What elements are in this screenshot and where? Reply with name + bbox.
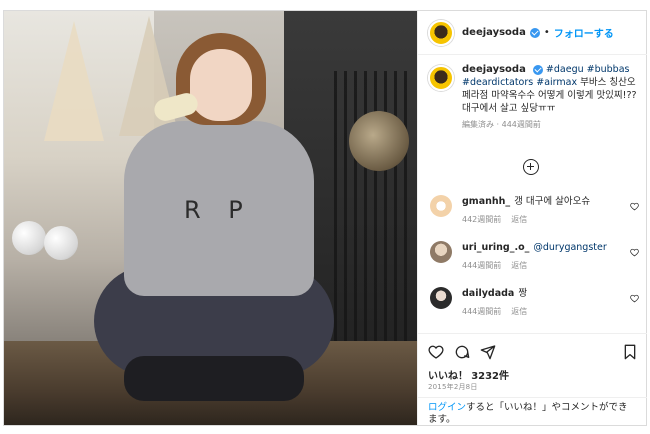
photo-ornament [44,226,78,260]
share-icon[interactable] [480,344,496,360]
comment-item: dailydada 짱 444週間前 返信 [418,287,647,318]
post-caption: deejaysoda #daegu #bubbas #deardictators… [418,63,647,131]
commenter-avatar[interactable] [430,287,452,309]
comment-item: gmanhh_ 갱 대구에 살아오슈 442週間前 返信 [418,195,647,226]
follow-button[interactable]: フォローする [554,25,614,40]
comment-text: 갱 대구에 살아오슈 [514,196,591,207]
comment-text: 짱 [518,288,528,299]
reply-button[interactable]: 返信 [511,215,527,224]
heart-icon[interactable] [428,344,444,360]
comment-body: gmanhh_ 갱 대구에 살아오슈 442週間前 返信 [462,195,590,226]
post-side-panel: deejaysoda • フォローする deejaysoda #daegu #b… [417,11,647,425]
comment-username[interactable]: dailydada [462,288,514,299]
comment-body: dailydada 짱 444週間前 返信 [462,287,537,318]
heart-icon[interactable] [630,294,639,303]
comment-meta: 444週間前 返信 [462,259,607,272]
bookmark-icon[interactable] [623,344,637,360]
separator-dot: • [543,27,550,38]
comment-icon[interactable] [454,344,470,360]
author-avatar[interactable] [428,65,454,91]
photo-lamp [349,111,409,171]
author-avatar[interactable] [428,19,454,46]
heart-icon[interactable] [630,202,639,211]
verified-badge-icon [532,64,543,75]
caption-username[interactable]: deejaysoda [462,64,526,75]
reply-button[interactable]: 返信 [511,261,527,270]
author-username[interactable]: deejaysoda [462,27,526,38]
comment-time: 442週間前 [462,215,502,224]
post-header: deejaysoda • フォローする [418,11,647,55]
likes-number: 3232件 [471,371,510,382]
photo-christmas-tree [44,21,104,141]
hoodie-print: R P [184,196,253,224]
reply-button[interactable]: 返信 [511,307,527,316]
post-date: 2015年2月8日 [428,383,478,391]
likes-count[interactable]: いいね！ 3232件 [428,367,509,382]
plus-circle-icon[interactable] [523,159,539,175]
commenter-avatar[interactable] [430,241,452,263]
commenter-avatar[interactable] [430,195,452,217]
person-face [190,49,252,121]
comment-time: 444週間前 [462,307,502,316]
caption-text: deejaysoda #daegu #bubbas #deardictators… [462,63,637,131]
comment-meta: 444週間前 返信 [462,305,537,318]
login-link[interactable]: ログイン [428,402,466,413]
post-modal: R P deejaysoda • フォローする deejaysoda #daeg… [3,10,647,426]
comment-mention[interactable]: @durygangster [533,242,606,253]
post-actions [418,333,647,363]
post-photo[interactable]: R P [4,11,417,425]
comment-username[interactable]: gmanhh_ [462,196,510,207]
comment-item: uri_uring_.o_ @durygangster 444週間前 返信 [418,241,647,272]
comment-username[interactable]: uri_uring_.o_ [462,242,529,253]
likes-label: いいね！ [428,371,468,382]
heart-icon[interactable] [630,248,639,257]
verified-badge-icon [529,27,540,38]
photo-ornament [12,221,46,255]
comment-body: uri_uring_.o_ @durygangster 444週間前 返信 [462,241,607,272]
comment-time: 444週間前 [462,261,502,270]
person-shoes [124,356,304,401]
caption-meta: 編集済み · 444週間前 [462,120,541,129]
comment-meta: 442週間前 返信 [462,213,590,226]
login-prompt: ログインすると「いいね！」やコメントができます。 [418,397,647,430]
